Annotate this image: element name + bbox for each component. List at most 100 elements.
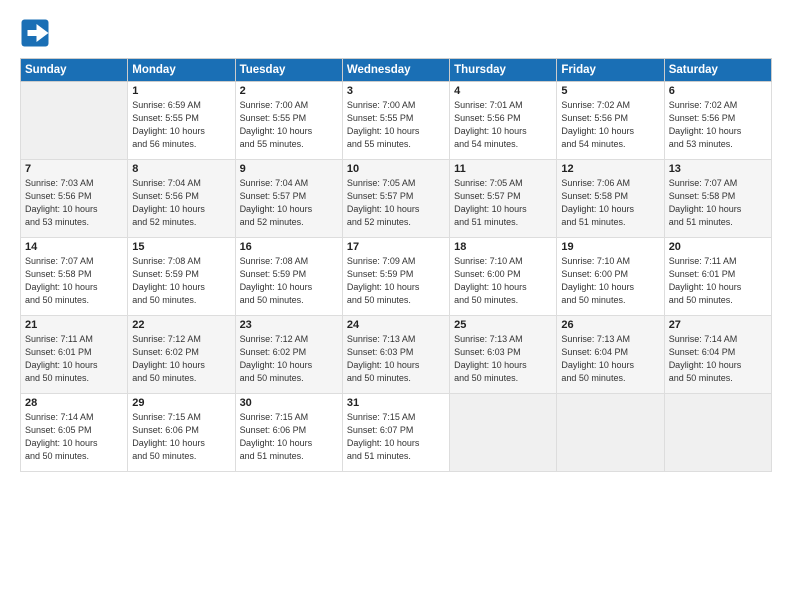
calendar-cell [21,82,128,160]
calendar-cell: 8 Sunrise: 7:04 AM Sunset: 5:56 PM Daylig… [128,160,235,238]
calendar-cell: 24 Sunrise: 7:13 AM Sunset: 6:03 PM Dayli… [342,316,449,394]
day-number: 28 [25,397,123,409]
week-row-5: 28Sunrise: 7:14 AM Sunset: 6:05 PM Dayli… [21,394,772,472]
calendar-cell: 18 Sunrise: 7:10 AM Sunset: 6:00 PM Dayli… [450,238,557,316]
day-number: 15 [132,241,230,253]
day-number: 8 [132,163,230,175]
day-info: Sunrise: 7:07 AM Sunset: 5:58 PM Dayligh… [25,255,123,307]
day-info: Sunrise: 7:15 AM Sunset: 6:07 PM Dayligh… [347,411,445,463]
page: SundayMondayTuesdayWednesdayThursdayFrid… [0,0,792,612]
day-number: 18 [454,241,552,253]
calendar-cell: 23Sunrise: 7:12 AM Sunset: 6:02 PM Dayli… [235,316,342,394]
day-info: Sunrise: 7:00 AM Sunset: 5:55 PM Dayligh… [347,99,445,151]
day-number: 24 [347,319,445,331]
day-number: 22 [132,319,230,331]
day-number: 11 [454,163,552,175]
day-info: Sunrise: 7:13 AM Sunset: 6:04 PM Dayligh… [561,333,659,385]
day-number: 19 [561,241,659,253]
calendar-cell: 7 Sunrise: 7:03 AM Sunset: 5:56 PM Daylig… [21,160,128,238]
logo-icon [20,18,50,48]
weekday-header-saturday: Saturday [664,59,771,82]
calendar-cell: 6Sunrise: 7:02 AM Sunset: 5:56 PM Daylig… [664,82,771,160]
calendar-table: SundayMondayTuesdayWednesdayThursdayFrid… [20,58,772,472]
calendar-cell: 20 Sunrise: 7:11 AM Sunset: 6:01 PM Dayli… [664,238,771,316]
calendar-cell: 4 Sunrise: 7:01 AM Sunset: 5:56 PM Daylig… [450,82,557,160]
calendar-cell: 15 Sunrise: 7:08 AM Sunset: 5:59 PM Dayli… [128,238,235,316]
day-info: Sunrise: 7:05 AM Sunset: 5:57 PM Dayligh… [454,177,552,229]
day-number: 17 [347,241,445,253]
weekday-header-row: SundayMondayTuesdayWednesdayThursdayFrid… [21,59,772,82]
calendar-cell [557,394,664,472]
day-info: Sunrise: 7:00 AM Sunset: 5:55 PM Dayligh… [240,99,338,151]
day-info: Sunrise: 7:14 AM Sunset: 6:04 PM Dayligh… [669,333,767,385]
day-info: Sunrise: 7:03 AM Sunset: 5:56 PM Dayligh… [25,177,123,229]
calendar-cell: 10 Sunrise: 7:05 AM Sunset: 5:57 PM Dayli… [342,160,449,238]
calendar-cell: 27Sunrise: 7:14 AM Sunset: 6:04 PM Dayli… [664,316,771,394]
calendar-cell: 30 Sunrise: 7:15 AM Sunset: 6:06 PM Dayli… [235,394,342,472]
calendar-cell: 25Sunrise: 7:13 AM Sunset: 6:03 PM Dayli… [450,316,557,394]
day-number: 25 [454,319,552,331]
week-row-4: 21Sunrise: 7:11 AM Sunset: 6:01 PM Dayli… [21,316,772,394]
day-info: Sunrise: 7:11 AM Sunset: 6:01 PM Dayligh… [669,255,767,307]
day-info: Sunrise: 6:59 AM Sunset: 5:55 PM Dayligh… [132,99,230,151]
day-number: 30 [240,397,338,409]
week-row-1: 1 Sunrise: 6:59 AM Sunset: 5:55 PM Daylig… [21,82,772,160]
calendar-cell: 13 Sunrise: 7:07 AM Sunset: 5:58 PM Dayli… [664,160,771,238]
day-info: Sunrise: 7:13 AM Sunset: 6:03 PM Dayligh… [347,333,445,385]
calendar-cell: 16 Sunrise: 7:08 AM Sunset: 5:59 PM Dayli… [235,238,342,316]
day-number: 9 [240,163,338,175]
day-info: Sunrise: 7:02 AM Sunset: 5:56 PM Dayligh… [669,99,767,151]
day-info: Sunrise: 7:15 AM Sunset: 6:06 PM Dayligh… [132,411,230,463]
calendar-cell: 29 Sunrise: 7:15 AM Sunset: 6:06 PM Dayli… [128,394,235,472]
day-info: Sunrise: 7:07 AM Sunset: 5:58 PM Dayligh… [669,177,767,229]
week-row-3: 14 Sunrise: 7:07 AM Sunset: 5:58 PM Dayli… [21,238,772,316]
day-number: 3 [347,85,445,97]
weekday-header-monday: Monday [128,59,235,82]
day-number: 26 [561,319,659,331]
day-number: 13 [669,163,767,175]
day-info: Sunrise: 7:05 AM Sunset: 5:57 PM Dayligh… [347,177,445,229]
day-number: 16 [240,241,338,253]
day-info: Sunrise: 7:08 AM Sunset: 5:59 PM Dayligh… [240,255,338,307]
day-number: 5 [561,85,659,97]
calendar-cell: 11 Sunrise: 7:05 AM Sunset: 5:57 PM Dayli… [450,160,557,238]
day-number: 4 [454,85,552,97]
day-info: Sunrise: 7:02 AM Sunset: 5:56 PM Dayligh… [561,99,659,151]
day-info: Sunrise: 7:04 AM Sunset: 5:57 PM Dayligh… [240,177,338,229]
calendar-cell: 31Sunrise: 7:15 AM Sunset: 6:07 PM Dayli… [342,394,449,472]
calendar-cell [450,394,557,472]
day-number: 14 [25,241,123,253]
calendar-cell [664,394,771,472]
day-number: 29 [132,397,230,409]
logo [20,18,54,48]
calendar-cell: 9 Sunrise: 7:04 AM Sunset: 5:57 PM Daylig… [235,160,342,238]
calendar-cell: 2 Sunrise: 7:00 AM Sunset: 5:55 PM Daylig… [235,82,342,160]
calendar-cell: 1 Sunrise: 6:59 AM Sunset: 5:55 PM Daylig… [128,82,235,160]
week-row-2: 7 Sunrise: 7:03 AM Sunset: 5:56 PM Daylig… [21,160,772,238]
weekday-header-friday: Friday [557,59,664,82]
day-info: Sunrise: 7:10 AM Sunset: 6:00 PM Dayligh… [561,255,659,307]
day-number: 10 [347,163,445,175]
calendar-cell: 21Sunrise: 7:11 AM Sunset: 6:01 PM Dayli… [21,316,128,394]
day-info: Sunrise: 7:08 AM Sunset: 5:59 PM Dayligh… [132,255,230,307]
header [20,18,772,48]
weekday-header-tuesday: Tuesday [235,59,342,82]
day-number: 2 [240,85,338,97]
calendar-cell: 17 Sunrise: 7:09 AM Sunset: 5:59 PM Dayli… [342,238,449,316]
day-info: Sunrise: 7:15 AM Sunset: 6:06 PM Dayligh… [240,411,338,463]
day-number: 7 [25,163,123,175]
day-info: Sunrise: 7:10 AM Sunset: 6:00 PM Dayligh… [454,255,552,307]
day-info: Sunrise: 7:06 AM Sunset: 5:58 PM Dayligh… [561,177,659,229]
day-info: Sunrise: 7:04 AM Sunset: 5:56 PM Dayligh… [132,177,230,229]
calendar-cell: 28Sunrise: 7:14 AM Sunset: 6:05 PM Dayli… [21,394,128,472]
day-info: Sunrise: 7:01 AM Sunset: 5:56 PM Dayligh… [454,99,552,151]
calendar-cell: 12Sunrise: 7:06 AM Sunset: 5:58 PM Dayli… [557,160,664,238]
weekday-header-thursday: Thursday [450,59,557,82]
day-info: Sunrise: 7:09 AM Sunset: 5:59 PM Dayligh… [347,255,445,307]
day-number: 1 [132,85,230,97]
calendar-cell: 14 Sunrise: 7:07 AM Sunset: 5:58 PM Dayli… [21,238,128,316]
day-number: 20 [669,241,767,253]
day-info: Sunrise: 7:12 AM Sunset: 6:02 PM Dayligh… [132,333,230,385]
weekday-header-sunday: Sunday [21,59,128,82]
day-info: Sunrise: 7:12 AM Sunset: 6:02 PM Dayligh… [240,333,338,385]
